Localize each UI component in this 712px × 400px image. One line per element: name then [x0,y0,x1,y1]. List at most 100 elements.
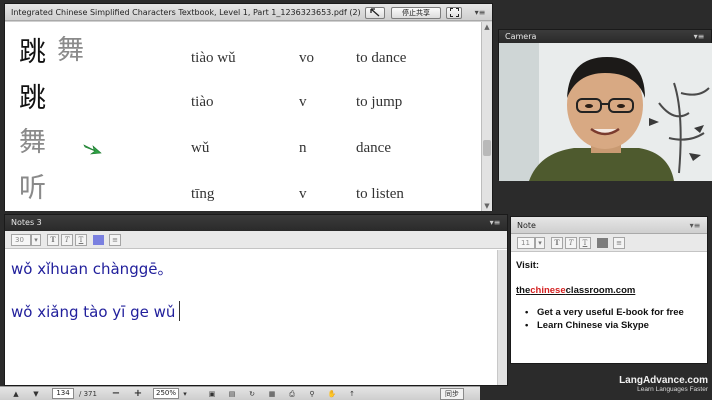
vocab-character-ghost: 舞 [19,127,46,158]
print-icon[interactable]: ⎙ [286,388,298,400]
bold-button[interactable]: T [47,234,59,246]
vocab-row: 跳 tiào v to jump [5,72,483,116]
arrow-down-icon[interactable]: ▼ [30,388,42,400]
chevron-down-icon[interactable]: ▾ [535,237,545,249]
vocab-pos: n [299,140,307,156]
text-cursor [179,301,180,321]
arrow-up-icon[interactable]: ▲ [10,388,22,400]
note-line: wǒ xiǎng tào yī ge wǔ [11,303,176,321]
note-visit-label: Visit: [516,260,540,271]
menu-icon[interactable]: ▾≡ [489,215,501,231]
link-part-highlight: chinese [530,285,566,296]
page-total: / 371 [79,390,97,398]
vocab-english: to jump [356,94,403,110]
text-color-button[interactable] [93,235,104,245]
camera-image [499,43,712,181]
bold-button[interactable]: T [551,237,563,249]
vocab-pos: v [299,186,307,202]
vocab-pos: vo [299,50,314,66]
bullet-list-button[interactable]: ≡ [613,237,625,249]
select-tool-icon[interactable]: ↑ [346,388,358,400]
note-title: Note [517,221,536,230]
zoom-in-icon[interactable]: + [132,388,144,400]
notes-panel: Notes 3 ▾≡ 30 ▾ T T T ≡ wǒ xǐhuan chàngg… [4,214,508,386]
brand-name: LangAdvance.com [619,375,708,386]
note-format-toolbar: 11 ▾ T T T ≡ [511,234,707,252]
italic-button[interactable]: T [61,234,73,246]
chevron-down-icon[interactable]: ▾ [31,234,41,246]
stop-share-button[interactable]: 停止共享 [391,7,441,19]
notes-title: Notes 3 [11,218,42,227]
vocab-row: 听 tīng v to listen [5,164,483,208]
link-part: classroom.com [565,285,636,296]
camera-titlebar: Camera [499,30,711,43]
pdf-navigation-bar: ▲ ▼ 134 / 371 − + 250% ▾ ▣ ▤ ↻ ▦ ⎙ ⚲ ✋ ↑… [0,386,480,400]
menu-icon[interactable]: ▾≡ [474,4,486,21]
italic-button[interactable]: T [565,237,577,249]
page-number-input[interactable]: 134 [52,388,74,399]
green-arrow-pointer [83,144,102,155]
pdf-scrollbar[interactable]: ▲ ▼ [481,22,492,211]
vocab-english: to dance [356,50,407,66]
pdf-title: Integrated Chinese Simplified Characters… [11,8,361,17]
font-size-select[interactable]: 30 [11,234,31,246]
link-part: the [516,285,531,296]
camera-title: Camera [505,32,537,41]
notes-format-toolbar: 30 ▾ T T T ≡ [5,231,507,249]
note-panel: Note ▾≡ 11 ▾ T T T ≡ Visit: thechinesecl… [510,216,708,364]
vocab-row: 跳 舞 tiào wǔ vo to dance [5,26,483,70]
vocab-english: dance [356,140,391,156]
brand-tagline: Learn Languages Faster [637,386,708,393]
note-content[interactable]: Visit: thechineseclassroom.com Get a ver… [511,252,707,363]
notes-editor[interactable]: wǒ xǐhuan chànggē。 wǒ xiǎng tào yī ge wǔ [5,250,497,385]
scroll-down-icon[interactable]: ▼ [482,201,492,211]
underline-button[interactable]: T [75,234,87,246]
sync-button[interactable]: 同步 [440,388,464,400]
vocab-pos: v [299,94,307,110]
vocab-english: to listen [356,186,404,202]
scroll-thumb[interactable] [483,140,491,156]
list-item: Learn Chinese via Skype [525,319,684,332]
hand-tool-icon[interactable]: ✋ [326,388,338,400]
font-size-select[interactable]: 11 [517,237,535,249]
fit-width-icon[interactable]: ▤ [226,388,238,400]
menu-icon[interactable]: ▾≡ [693,30,705,43]
vocab-pinyin: wǔ [191,140,210,156]
vocab-pinyin: tiào wǔ [191,50,236,66]
vocab-character-ghost: 听 [19,173,46,204]
vocab-row: 舞 wǔ n dance [5,118,483,162]
note-line: wǒ xǐhuan chànggē。 [11,260,173,278]
vocab-character: 跳 [19,37,46,68]
brand-watermark: LangAdvance.com Learn Languages Faster [612,375,708,394]
fullscreen-button[interactable] [446,7,462,19]
vocab-pinyin: tīng [191,186,215,202]
text-color-button[interactable] [597,238,608,248]
scroll-up-icon[interactable]: ▲ [482,22,492,32]
camera-video-feed [499,43,712,181]
chevron-down-icon[interactable]: ▾ [181,388,189,400]
menu-icon[interactable]: ▾≡ [689,217,701,234]
vocab-pinyin: tiào [191,94,214,110]
note-titlebar: Note [511,217,707,234]
underline-button[interactable]: T [579,237,591,249]
notes-titlebar: Notes 3 [5,215,507,231]
zoom-level-select[interactable]: 250% [153,388,179,399]
pointer-icon [370,8,380,17]
list-item: Get a very useful E-book for free [525,306,684,319]
zoom-out-icon[interactable]: − [110,388,122,400]
pointer-tool-button[interactable] [365,7,385,19]
bullet-list-button[interactable]: ≡ [109,234,121,246]
notes-scrollbar[interactable] [497,250,507,385]
vocab-character: 跳 [19,83,46,114]
camera-panel: Camera ▾≡ [498,29,712,181]
vocab-character-ghost: 舞 [57,35,84,66]
thumbnail-icon[interactable]: ▦ [266,388,278,400]
fullscreen-icon [449,8,459,17]
pdf-share-panel: Integrated Chinese Simplified Characters… [4,3,493,211]
classroom-link[interactable]: thechineseclassroom.com [516,285,635,296]
search-icon[interactable]: ⚲ [306,388,318,400]
pdf-page[interactable]: 跳 舞 tiào wǔ vo to dance 跳 tiào v to jump… [5,22,483,211]
note-bullet-list: Get a very useful E-book for free Learn … [525,306,684,332]
fit-page-icon[interactable]: ▣ [206,388,218,400]
rotate-icon[interactable]: ↻ [246,388,258,400]
